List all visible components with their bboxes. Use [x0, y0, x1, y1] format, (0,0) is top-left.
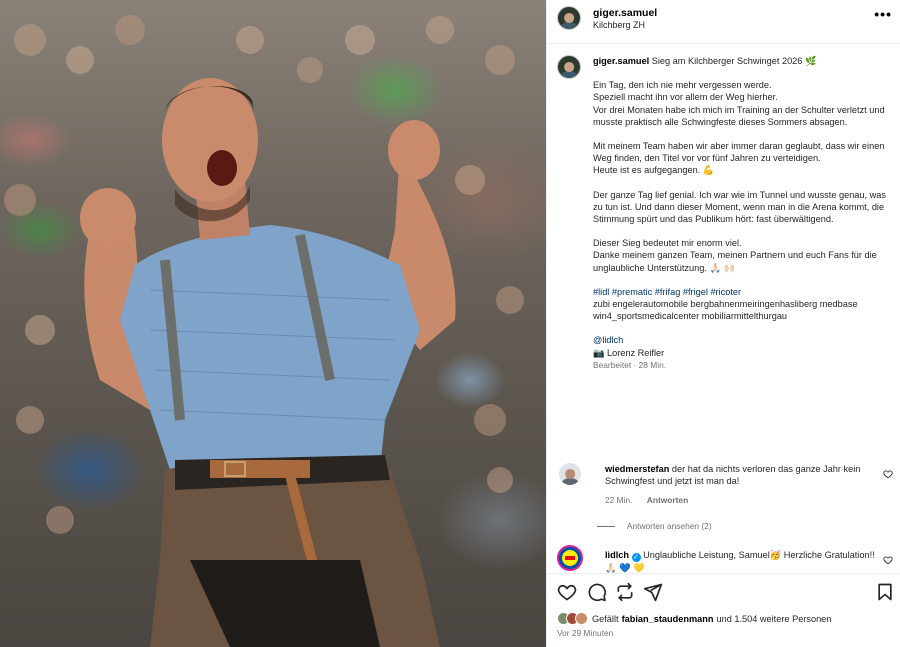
caption-headline: Sieg am Kilchberger Schwinget 2026 🌿 [651, 56, 817, 66]
comment-time: 22 Min. [605, 495, 633, 505]
comment-like-icon[interactable] [883, 555, 893, 565]
post-caption: giger.samuel Sieg am Kilchberger Schwing… [593, 55, 893, 371]
repost-icon[interactable] [615, 582, 635, 602]
caption-sponsors[interactable]: zubi engelerautomobile bergbahnenmeiring… [593, 298, 893, 322]
post-panel: giger.samuel Kilchberg ZH ••• giger.samu… [546, 0, 900, 647]
save-bookmark-icon[interactable] [875, 582, 895, 602]
post-timestamp: Vor 29 Minuten [557, 628, 614, 638]
likes-prefix: Gefällt [592, 613, 619, 624]
comment-item: lidlch ✓ Unglaubliche Leistung, Samuel🥳 … [557, 545, 897, 573]
caption-hashtags[interactable]: #lidl #prematic #frifag #frigel #ricoter [593, 286, 893, 298]
reply-button[interactable]: Antworten [647, 495, 688, 505]
comment-text: lidlch ✓ Unglaubliche Leistung, Samuel🥳 … [605, 549, 875, 573]
caption-line: Vor drei Monaten habe ich mich im Traini… [593, 104, 885, 127]
view-replies-label[interactable]: Antworten ansehen (2) [627, 521, 712, 531]
liker-avatar [575, 612, 588, 625]
caption-line: Mit meinem Team haben wir aber immer dar… [593, 141, 885, 164]
likes-summary[interactable]: Gefällt fabian_staudenmann und 1.504 wei… [557, 612, 831, 625]
author-avatar[interactable] [557, 6, 581, 30]
comment-username[interactable]: wiedmerstefan [605, 464, 669, 474]
caption-edited-time: Bearbeitet · 28 Min. [593, 359, 667, 370]
wrestler-image [4, 15, 524, 647]
comment-body: Unglaubliche Leistung, Samuel🥳 Herzliche… [605, 550, 875, 573]
caption-line: Heute ist es aufgegangen. 💪 [593, 165, 715, 176]
like-heart-icon[interactable] [557, 582, 577, 602]
comment-bubble-icon[interactable] [587, 582, 607, 602]
caption-author-avatar[interactable] [557, 55, 581, 79]
photo-credit: 📷 Lorenz Reifler [593, 347, 665, 358]
caption-mention[interactable]: @lidlch [593, 334, 893, 346]
comment-username[interactable]: lidlch [605, 550, 629, 560]
verified-badge-icon: ✓ [631, 553, 641, 562]
caption-author-username[interactable]: giger.samuel [593, 56, 649, 66]
comment-like-icon[interactable] [883, 469, 893, 479]
share-send-icon[interactable] [643, 582, 663, 602]
post-header: giger.samuel Kilchberg ZH ••• [547, 0, 900, 44]
caption-line: Danke meinem ganzen Team, meinen Partner… [593, 250, 877, 273]
caption-line: Speziell macht ihn vor allem der Weg hie… [593, 92, 778, 103]
comment-meta: 22 Min. Antworten [605, 495, 688, 505]
caption-line: Ein Tag, den ich nie mehr vergessen werd… [593, 80, 772, 91]
view-replies-button[interactable]: Antworten ansehen (2) [597, 521, 712, 531]
post-actions-bar: Gefällt fabian_staudenmann und 1.504 wei… [547, 573, 900, 647]
author-username[interactable]: giger.samuel [593, 7, 657, 19]
commenter-avatar[interactable] [559, 463, 581, 485]
caption-line: Der ganze Tag lief genial. Ich war wie i… [593, 189, 886, 225]
likes-suffix[interactable]: und 1.504 weitere Personen [716, 614, 831, 624]
post-photo[interactable] [0, 0, 546, 647]
more-options-icon[interactable]: ••• [874, 6, 892, 22]
post-location[interactable]: Kilchberg ZH [593, 20, 645, 30]
replies-divider [597, 526, 615, 528]
lidl-avatar[interactable] [557, 545, 583, 571]
comment-text: wiedmerstefan der hat da nichts verloren… [605, 463, 875, 487]
caption-line: Dieser Sieg bedeutet mir enorm viel. [593, 238, 742, 249]
comments-scroll-area[interactable]: giger.samuel Sieg am Kilchberger Schwing… [547, 45, 900, 573]
liker-username[interactable]: fabian_staudenmann [622, 614, 714, 624]
comment-item: wiedmerstefan der hat da nichts verloren… [557, 463, 897, 513]
